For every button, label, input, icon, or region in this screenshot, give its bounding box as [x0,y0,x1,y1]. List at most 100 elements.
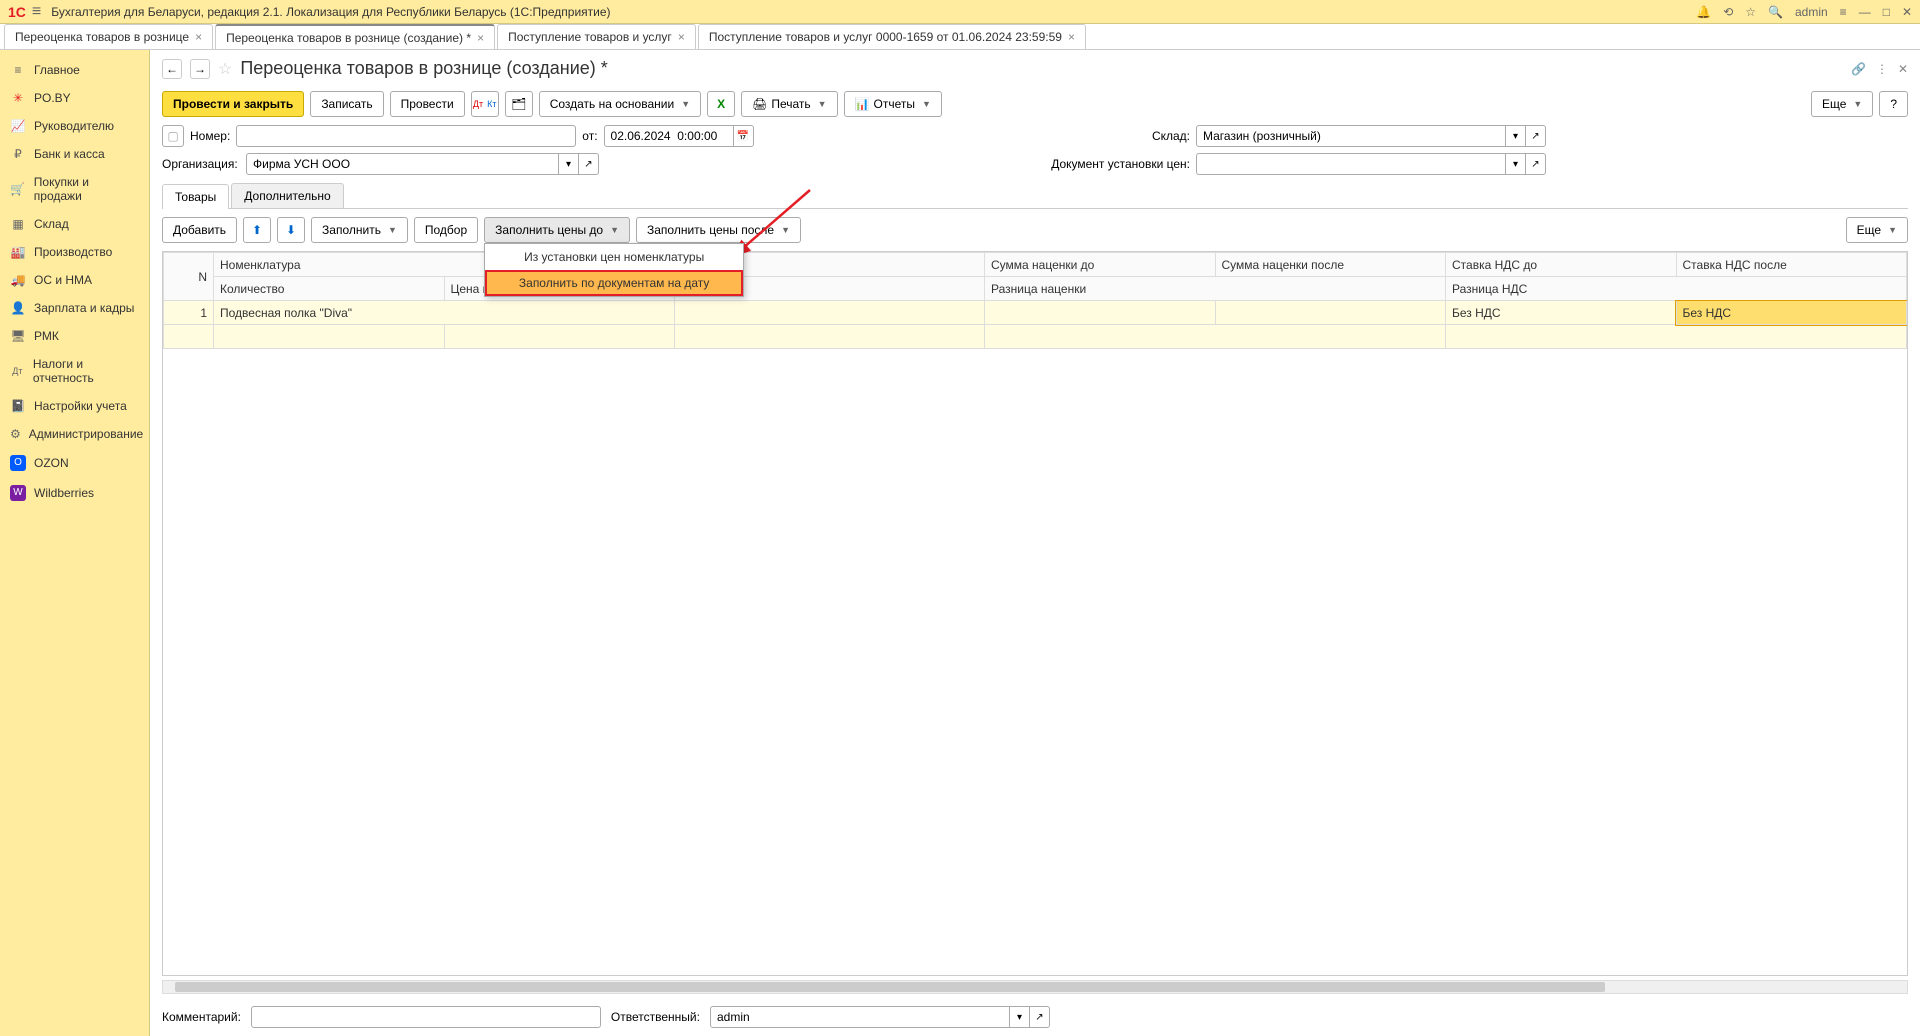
sidebar-item-ozon[interactable]: OOZON [0,448,149,478]
warehouse-input[interactable] [1196,125,1506,147]
sidebar-item-wb[interactable]: WWildberries [0,478,149,508]
table-more-button[interactable]: Еще▼ [1846,217,1908,243]
sidebar-item-sales[interactable]: 🛒Покупки и продажи [0,168,149,210]
close-icon[interactable]: × [1068,30,1075,44]
col-vat-before[interactable]: Ставка НДС до [1446,253,1677,277]
resp-input[interactable] [710,1006,1010,1028]
sidebar-item-warehouse[interactable]: ▦Склад [0,210,149,238]
fill-button[interactable]: Заполнить▼ [311,217,408,243]
poby-icon: ✳ [10,91,26,105]
pricedoc-input[interactable] [1196,153,1506,175]
post-close-button[interactable]: Провести и закрыть [162,91,304,117]
search-icon[interactable]: 🔍 [1768,5,1783,19]
link-icon[interactable]: 🔗 [1851,62,1866,76]
back-button[interactable]: ← [162,59,182,79]
sidebar-item-production[interactable]: 🏭Производство [0,238,149,266]
tab-2[interactable]: Поступление товаров и услуг× [497,24,696,49]
menu-item-by-docs-date[interactable]: Заполнить по документам на дату [485,270,743,296]
calendar-icon[interactable]: 📅 [734,125,754,147]
save-button[interactable]: Записать [310,91,383,117]
move-up-button[interactable]: ⬆ [243,217,271,243]
cell-hidden[interactable] [675,301,985,325]
settings-icon[interactable]: ≡ [1840,5,1847,19]
dropdown-icon[interactable]: ▾ [559,153,579,175]
burger-icon[interactable]: ≡ [32,3,41,21]
dtkt-button[interactable]: ДтКт [471,91,499,117]
fill-after-button[interactable]: Заполнить цены после▼ [636,217,801,243]
forward-button[interactable]: → [190,59,210,79]
sidebar-item-poby[interactable]: ✳PO.BY [0,84,149,112]
reports-button[interactable]: 📊 Отчеты▼ [844,91,942,117]
doc-status-icon: ▢ [162,125,184,147]
scrollbar-thumb[interactable] [175,982,1605,992]
col-vat-diff[interactable]: Разница НДС [1446,277,1907,301]
col-vat-after[interactable]: Ставка НДС после [1676,253,1907,277]
close-icon[interactable]: × [678,30,685,44]
create-based-button[interactable]: Создать на основании▼ [539,91,701,117]
cell-n[interactable]: 1 [164,301,214,325]
table-row-sub[interactable] [164,325,1907,349]
dropdown-icon[interactable]: ▾ [1506,125,1526,147]
tab-1[interactable]: Переоценка товаров в рознице (создание) … [215,24,495,49]
close-window-icon[interactable]: ✕ [1902,5,1912,19]
bell-icon[interactable]: 🔔 [1696,5,1711,19]
comment-input[interactable] [251,1006,601,1028]
help-button[interactable]: ? [1879,91,1908,117]
sidebar-item-pos[interactable]: 🖥РМК [0,322,149,350]
number-input[interactable] [236,125,576,147]
dropdown-icon[interactable]: ▾ [1506,153,1526,175]
open-icon[interactable]: ↗ [1526,125,1546,147]
user-name[interactable]: admin [1795,5,1828,19]
col-qty[interactable]: Количество [214,277,445,301]
cell-markup-before[interactable] [985,301,1216,325]
menu-item-from-prices[interactable]: Из установки цен номенклатуры [485,244,743,270]
structure-button[interactable]: 🗂 [505,91,533,117]
horizontal-scrollbar[interactable] [162,980,1908,994]
tab-3[interactable]: Поступление товаров и услуг 0000-1659 от… [698,24,1086,49]
tab-extra[interactable]: Дополнительно [231,183,343,208]
sidebar-item-tax[interactable]: ДтНалоги и отчетность [0,350,149,392]
col-markup-diff[interactable]: Разница наценки [985,277,1446,301]
excel-button[interactable]: X [707,91,735,117]
open-icon[interactable]: ↗ [1030,1006,1050,1028]
history-icon[interactable]: ⟲ [1723,5,1733,19]
kebab-icon[interactable]: ⋮ [1876,62,1888,76]
sidebar-item-admin[interactable]: ⚙Администрирование [0,420,149,448]
sidebar-item-manager[interactable]: 📈Руководителю [0,112,149,140]
date-input[interactable] [604,125,734,147]
col-markup-before[interactable]: Сумма наценки до [985,253,1216,277]
dropdown-icon[interactable]: ▾ [1010,1006,1030,1028]
table-row[interactable]: 1 Подвесная полка "Diva" Без НДС Без НДС [164,301,1907,325]
tab-0[interactable]: Переоценка товаров в рознице× [4,24,213,49]
col-markup-after[interactable]: Сумма наценки после [1215,253,1446,277]
close-page-icon[interactable]: ✕ [1898,62,1908,76]
sidebar-item-main[interactable]: ≡Главное [0,56,149,84]
open-icon[interactable]: ↗ [1526,153,1546,175]
sidebar-item-accounting[interactable]: 📓Настройки учета [0,392,149,420]
open-icon[interactable]: ↗ [579,153,599,175]
tabset: Товары Дополнительно [162,183,1908,209]
sidebar-item-assets[interactable]: 🚚ОС и НМА [0,266,149,294]
more-button[interactable]: Еще▼ [1811,91,1873,117]
move-down-button[interactable]: ⬇ [277,217,305,243]
add-button[interactable]: Добавить [162,217,237,243]
cell-markup-after[interactable] [1215,301,1446,325]
col-n[interactable]: N [164,253,214,301]
print-button[interactable]: 🖨 Печать▼ [741,91,837,117]
cell-vat-after[interactable]: Без НДС [1676,301,1907,325]
cell-vat-before[interactable]: Без НДС [1446,301,1677,325]
org-input[interactable] [246,153,559,175]
close-icon[interactable]: × [195,30,202,44]
star-icon[interactable]: ☆ [1745,5,1756,19]
favorite-icon[interactable]: ☆ [218,59,232,79]
tab-goods[interactable]: Товары [162,184,229,209]
minimize-icon[interactable]: — [1859,5,1871,19]
cell-nomen[interactable]: Подвесная полка "Diva" [214,301,675,325]
close-icon[interactable]: × [477,31,484,45]
fill-before-button[interactable]: Заполнить цены до▼ [484,217,630,243]
restore-icon[interactable]: □ [1883,5,1890,19]
post-button[interactable]: Провести [390,91,465,117]
sidebar-item-salary[interactable]: 👤Зарплата и кадры [0,294,149,322]
sidebar-item-bank[interactable]: ₽Банк и касса [0,140,149,168]
pick-button[interactable]: Подбор [414,217,478,243]
